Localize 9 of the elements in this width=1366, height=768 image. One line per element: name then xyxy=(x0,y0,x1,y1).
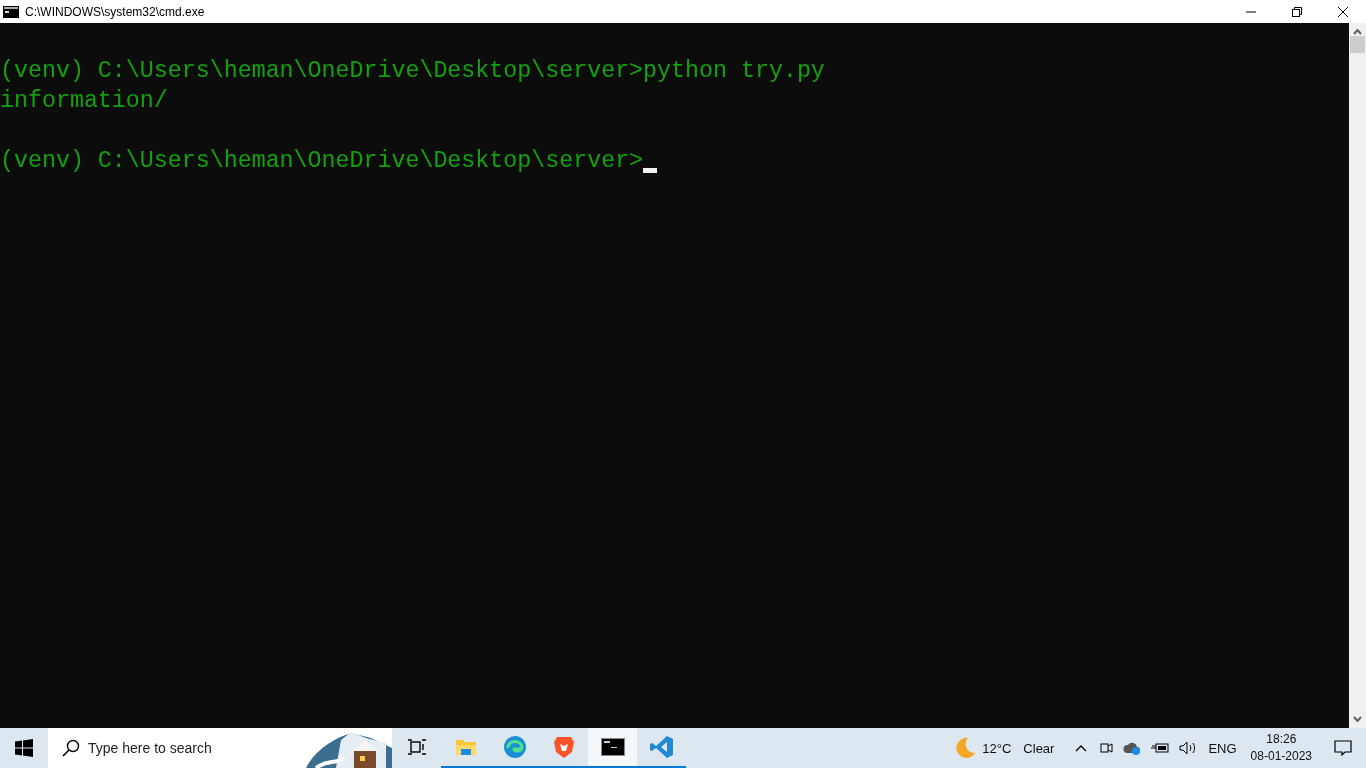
language-indicator[interactable]: ENG xyxy=(1202,728,1243,768)
weather-temperature[interactable]: 12°C xyxy=(976,728,1018,768)
weather-condition[interactable]: Clear xyxy=(1017,728,1069,768)
console-text: (venv) C:\Users\heman\OneDrive\Desktop\server>python try.py xyxy=(0,58,825,84)
window-title: C:\WINDOWS\system32\cmd.exe xyxy=(25,4,206,19)
console-text: information/ xyxy=(0,88,168,114)
search-field[interactable]: Type here to search xyxy=(48,728,392,768)
console-text: (venv) C:\Users\heman\OneDrive\Desktop\server> xyxy=(0,148,644,174)
clock[interactable]: 18:26 08-01-2023 xyxy=(1242,728,1320,768)
